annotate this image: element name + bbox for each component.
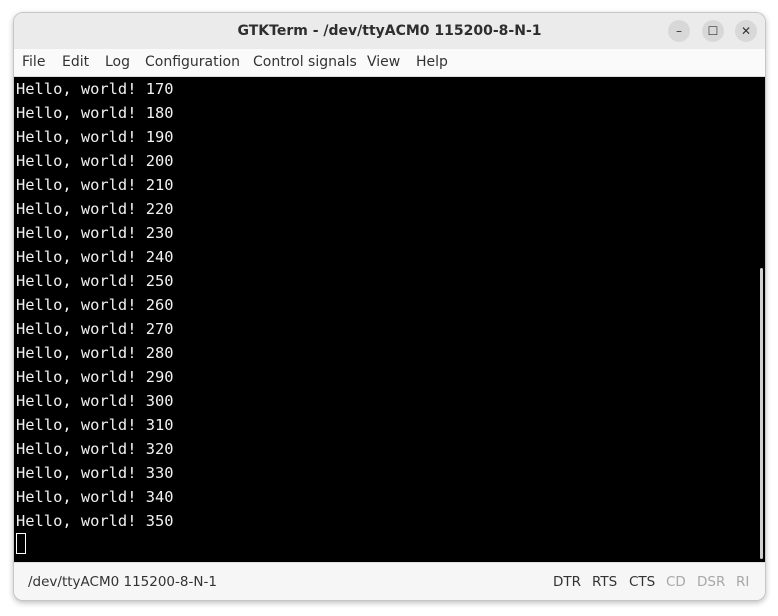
terminal-line: Hello, world! 330: [16, 464, 174, 482]
terminal-lines: Hello, world! 170 Hello, world! 180 Hello,…: [16, 77, 174, 533]
port-settings-status: /dev/ttyACM0 115200-8-N-1: [28, 574, 217, 590]
terminal-line: Hello, world! 350: [16, 512, 174, 530]
terminal-line: Hello, world! 270: [16, 320, 174, 338]
signal-dsr: DSR: [697, 574, 726, 590]
menu-control-signals[interactable]: Control signals: [253, 49, 357, 76]
terminal-line: Hello, world! 190: [16, 128, 174, 146]
menu-log[interactable]: Log: [105, 49, 130, 76]
terminal-line: Hello, world! 200: [16, 152, 174, 170]
vertical-scrollbar[interactable]: [760, 268, 763, 559]
terminal-line: Hello, world! 250: [16, 272, 174, 290]
terminal-line: Hello, world! 220: [16, 200, 174, 218]
terminal-line: Hello, world! 340: [16, 488, 174, 506]
terminal-output[interactable]: Hello, world! 170 Hello, world! 180 Hello,…: [14, 77, 765, 562]
menu-edit[interactable]: Edit: [62, 49, 89, 76]
terminal-line: Hello, world! 210: [16, 176, 174, 194]
terminal-line: Hello, world! 260: [16, 296, 174, 314]
status-bar: /dev/ttyACM0 115200-8-N-1 DTR RTS CTS CD…: [14, 562, 765, 600]
gtkterm-window: GTKTerm - /dev/ttyACM0 115200-8-N-1 – ☐ …: [13, 12, 766, 601]
signal-rts: RTS: [592, 574, 618, 590]
terminal-line: Hello, world! 290: [16, 368, 174, 386]
terminal-line: Hello, world! 180: [16, 104, 174, 122]
minimize-button[interactable]: –: [668, 20, 690, 42]
close-button[interactable]: ✕: [735, 20, 757, 42]
menu-help[interactable]: Help: [416, 49, 448, 76]
terminal-line: Hello, world! 320: [16, 440, 174, 458]
window-title: GTKTerm - /dev/ttyACM0 115200-8-N-1: [237, 23, 542, 39]
maximize-button[interactable]: ☐: [702, 20, 724, 42]
menu-configuration[interactable]: Configuration: [145, 49, 240, 76]
menu-file[interactable]: File: [22, 49, 45, 76]
title-bar[interactable]: GTKTerm - /dev/ttyACM0 115200-8-N-1 – ☐ …: [14, 13, 765, 49]
terminal-line: Hello, world! 280: [16, 344, 174, 362]
menu-view[interactable]: View: [367, 49, 400, 76]
signal-ri: RI: [736, 574, 750, 590]
terminal-line: Hello, world! 240: [16, 248, 174, 266]
terminal-cursor: [16, 533, 26, 554]
menu-bar: File Edit Log Configuration Control sign…: [14, 49, 765, 77]
signal-dtr: DTR: [553, 574, 582, 590]
signal-cts: CTS: [629, 574, 656, 590]
signal-cd: CD: [666, 574, 686, 590]
terminal-line: Hello, world! 310: [16, 416, 174, 434]
terminal-line: Hello, world! 300: [16, 392, 174, 410]
terminal-line: Hello, world! 230: [16, 224, 174, 242]
terminal-line: Hello, world! 170: [16, 80, 174, 98]
